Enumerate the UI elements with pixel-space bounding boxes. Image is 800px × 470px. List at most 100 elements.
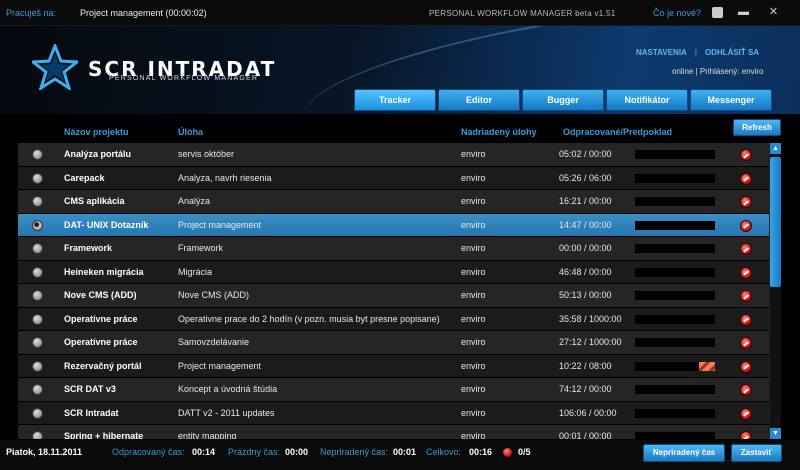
row-radio[interactable]	[32, 219, 43, 231]
current-date: Piatok, 18.11.2011	[6, 447, 83, 457]
restore-icon[interactable]	[712, 7, 723, 18]
row-parent: enviro	[461, 266, 486, 277]
tab-messenger[interactable]: Messenger	[690, 89, 772, 111]
row-radio[interactable]	[32, 149, 43, 160]
column-header-parent[interactable]: Nadriadený úlohy	[461, 127, 537, 137]
unassigned-time-label: Nepriradený čas:	[320, 447, 389, 457]
row-task: Analýza	[178, 196, 211, 206]
progress-bar	[635, 173, 715, 183]
row-radio[interactable]	[32, 172, 43, 184]
row-radio[interactable]	[32, 337, 43, 348]
stop-task-icon[interactable]	[740, 266, 752, 279]
task-row[interactable]: Operatívne práce Samovzdelávanie enviro 27:…	[18, 331, 769, 355]
scrollbar-thumb[interactable]	[770, 157, 781, 287]
task-row[interactable]: Heineken migrácia Migrácia enviro 46:48 / 0…	[18, 260, 769, 284]
row-radio[interactable]	[32, 313, 43, 325]
row-task: Analyza, navrh riesenia	[178, 172, 272, 183]
row-task: Nove CMS (ADD)	[178, 290, 250, 300]
row-project: CMS aplikácia	[64, 196, 125, 206]
row-task: Samovzdelávanie	[178, 337, 250, 347]
column-header-time[interactable]: Odpracované/Predpoklad	[563, 127, 672, 137]
stop-task-icon[interactable]	[740, 431, 752, 439]
header-links: NASTAVENIA | ODHLÁSIŤ SA	[636, 48, 759, 57]
column-header-project[interactable]: Názov projektu	[64, 127, 129, 137]
row-project: Framework	[64, 243, 113, 253]
progress-bar	[635, 220, 715, 230]
task-row[interactable]: Framework Framework enviro 00:00 / 00:00	[18, 237, 769, 261]
stop-task-icon[interactable]	[740, 243, 752, 255]
row-time: 00:00 / 00:00	[559, 243, 612, 253]
row-time: 05:02 / 00:00	[559, 149, 612, 159]
progress-bar	[635, 361, 715, 371]
task-row[interactable]: Analýza portálu servis október enviro 05:02…	[18, 143, 769, 167]
stop-task-icon[interactable]	[740, 407, 752, 420]
progress-bar	[635, 291, 715, 300]
progress-bar	[635, 244, 715, 253]
task-ratio: 0/5	[518, 447, 531, 457]
refresh-button[interactable]: Refresh	[733, 119, 781, 136]
stop-task-icon[interactable]	[740, 290, 752, 302]
empty-time-value: 00:00	[285, 447, 309, 457]
row-time: 10:22 / 08:00	[559, 360, 612, 371]
scrollbar[interactable]: ▲ ▼	[769, 143, 781, 439]
stop-button[interactable]: Zastaviť	[731, 444, 782, 462]
row-project: Analýza portálu	[64, 149, 132, 159]
stop-task-icon[interactable]	[740, 313, 752, 326]
stop-task-icon[interactable]	[740, 337, 752, 349]
task-row[interactable]: Nove CMS (ADD) Nove CMS (ADD) enviro 50:13 …	[18, 284, 769, 308]
task-row[interactable]: SCR Intradat DATT v2 - 2011 updates enviro…	[18, 401, 769, 425]
row-time: 35:58 / 1000:00	[559, 313, 622, 324]
progress-bar	[635, 197, 715, 206]
task-row[interactable]: Spring + hibernate entity mapping enviro 00…	[18, 425, 769, 439]
row-time: 74:12 / 00:00	[559, 384, 612, 394]
stop-task-icon[interactable]	[740, 360, 752, 373]
stop-task-icon[interactable]	[740, 196, 752, 208]
row-time: 106:06 / 00:00	[559, 407, 617, 418]
status-separator: |	[695, 67, 698, 76]
row-time: 16:21 / 00:00	[559, 196, 612, 206]
online-status: online	[672, 67, 694, 76]
task-row[interactable]: SCR DAT v3 Koncept a úvodná štúdia enviro 7…	[18, 378, 769, 402]
row-radio[interactable]	[32, 290, 43, 301]
row-radio[interactable]	[32, 196, 43, 207]
row-radio[interactable]	[32, 360, 43, 372]
task-row[interactable]: CMS aplikácia Analýza enviro 16:21 / 00:00	[18, 190, 769, 214]
stop-task-icon[interactable]	[740, 219, 752, 232]
row-radio[interactable]	[32, 243, 43, 254]
tab-editor[interactable]: Editor	[438, 89, 520, 111]
tab-bugger[interactable]: Bugger	[522, 89, 604, 111]
progress-bar	[635, 150, 715, 159]
logout-link[interactable]: ODHLÁSIŤ SA	[705, 48, 759, 57]
row-time: 50:13 / 00:00	[559, 290, 612, 300]
tab-notifikátor[interactable]: Notifikátor	[606, 89, 688, 111]
row-parent: enviro	[461, 407, 486, 418]
worked-time-value: 00:14	[192, 447, 216, 457]
row-task: Koncept a úvodná štúdia	[178, 384, 278, 394]
row-radio[interactable]	[32, 431, 43, 439]
minimize-icon[interactable]: ▬	[738, 7, 749, 18]
task-row[interactable]: DAT- UNIX Dotazník Project management envi…	[18, 213, 769, 237]
row-radio[interactable]	[32, 407, 43, 419]
settings-link[interactable]: NASTAVENIA	[636, 48, 687, 57]
tab-tracker[interactable]: Tracker	[354, 89, 436, 111]
stop-task-icon[interactable]	[740, 172, 752, 185]
row-radio[interactable]	[32, 384, 43, 395]
whats-new-link[interactable]: Čo je nové?	[653, 8, 701, 18]
unassigned-time-button[interactable]: Nepriradený čas	[643, 444, 725, 462]
row-parent: enviro	[461, 172, 486, 183]
task-row[interactable]: Rezervačný portál Project management envir…	[18, 354, 769, 378]
close-icon[interactable]: ✕	[768, 7, 779, 18]
stop-task-icon[interactable]	[740, 149, 752, 161]
scroll-up-icon[interactable]: ▲	[770, 143, 781, 154]
row-parent: enviro	[461, 337, 486, 347]
stop-task-icon[interactable]	[740, 384, 752, 396]
task-row[interactable]: Carepack Analyza, navrh riesenia enviro 05:…	[18, 166, 769, 190]
row-task: Operativne prace do 2 hodín (v pozn. mus…	[178, 313, 440, 324]
scroll-down-icon[interactable]: ▼	[770, 428, 781, 439]
row-parent: enviro	[461, 384, 486, 394]
row-parent: enviro	[461, 196, 486, 206]
row-project: Rezervačný portál	[64, 360, 142, 371]
row-radio[interactable]	[32, 266, 43, 278]
task-row[interactable]: Operatívne práce Operativne prace do 2 ho…	[18, 307, 769, 331]
column-header-task[interactable]: Úloha	[178, 127, 203, 137]
